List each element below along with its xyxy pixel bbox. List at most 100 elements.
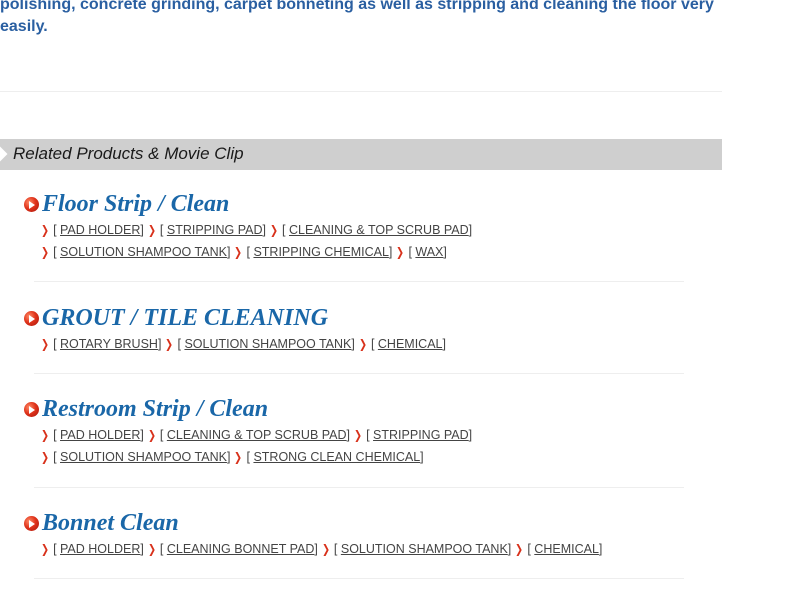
red-chevron-right-icon: ❯ bbox=[41, 223, 50, 237]
product-group-name[interactable]: Restroom Strip / Clean bbox=[42, 396, 268, 423]
related-product-link[interactable]: PAD HOLDER bbox=[60, 223, 140, 237]
product-group-name[interactable]: Bonnet Clean bbox=[42, 510, 179, 537]
related-link-item: ❯[ SOLUTION SHAMPOO TANK ] bbox=[40, 450, 233, 464]
bracket: [ bbox=[53, 450, 61, 464]
related-links-row: ❯[ ROTARY BRUSH ] ❯[ SOLUTION SHAMPOO TAN… bbox=[24, 333, 694, 355]
related-links-row: ❯[ SOLUTION SHAMPOO TANK ] ❯[ STRIPPING C… bbox=[24, 241, 694, 263]
related-link-item: ❯[ PAD HOLDER ] bbox=[40, 223, 147, 237]
related-link-item: ❯[ CHEMICAL ] bbox=[358, 337, 449, 351]
red-chevron-right-icon: ❯ bbox=[41, 245, 50, 259]
product-group: Floor Strip / Clean ❯[ PAD HOLDER ] ❯[ STR… bbox=[24, 189, 694, 263]
red-chevron-right-icon: ❯ bbox=[234, 450, 243, 464]
related-links-row: ❯[ PAD HOLDER ] ❯[ CLEANING BONNET PAD ] ❯… bbox=[24, 538, 694, 560]
related-product-link[interactable]: CHEMICAL bbox=[534, 542, 599, 556]
related-links-row: ❯[ PAD HOLDER ] ❯[ CLEANING & TOP SCRUB P… bbox=[24, 424, 694, 446]
group-divider bbox=[34, 487, 684, 488]
red-play-circle-icon bbox=[24, 401, 39, 417]
product-group-name[interactable]: Floor Strip / Clean bbox=[42, 191, 229, 218]
related-link-item: ❯[ STRIPPING PAD ] bbox=[353, 428, 475, 442]
bracket: ] bbox=[420, 450, 424, 464]
bracket: ] bbox=[468, 223, 473, 237]
bracket: [ bbox=[282, 223, 289, 237]
bracket: ] bbox=[598, 542, 603, 556]
related-product-link[interactable]: CLEANING & TOP SCRUB PAD bbox=[167, 428, 347, 442]
product-group-title[interactable]: GROUT / TILE CLEANING bbox=[24, 303, 694, 333]
product-group: Bonnet Clean ❯[ PAD HOLDER ] ❯[ CLEANING B… bbox=[24, 508, 694, 560]
related-link-item: ❯[ STRONG CLEAN CHEMICAL ] bbox=[233, 450, 426, 464]
red-play-circle-icon bbox=[24, 196, 39, 212]
bracket: [ bbox=[53, 337, 61, 351]
related-product-link[interactable]: STRIPPING PAD bbox=[167, 223, 263, 237]
red-chevron-right-icon: ❯ bbox=[41, 428, 50, 442]
red-chevron-right-icon: ❯ bbox=[321, 542, 330, 556]
related-products-header: Related Products & Movie Clip bbox=[0, 139, 722, 170]
divider bbox=[0, 91, 722, 92]
bracket: ] bbox=[346, 428, 351, 442]
bracket: [ bbox=[53, 428, 61, 442]
related-product-link[interactable]: PAD HOLDER bbox=[60, 428, 140, 442]
related-link-item: ❯[ PAD HOLDER ] bbox=[40, 428, 147, 442]
related-product-link[interactable]: SOLUTION SHAMPOO TANK bbox=[60, 245, 227, 259]
intro-text: polishing, concrete grinding, carpet bon… bbox=[0, 0, 714, 35]
red-chevron-right-icon: ❯ bbox=[354, 428, 363, 442]
bracket: ] bbox=[262, 223, 266, 237]
product-group-name[interactable]: GROUT / TILE CLEANING bbox=[42, 305, 328, 332]
related-product-link[interactable]: CLEANING & TOP SCRUB PAD bbox=[289, 223, 469, 237]
bracket: ] bbox=[157, 337, 162, 351]
bracket: [ bbox=[53, 245, 61, 259]
product-group-title[interactable]: Bonnet Clean bbox=[24, 508, 694, 538]
related-link-item: ❯[ ROTARY BRUSH ] bbox=[40, 337, 164, 351]
red-chevron-right-icon: ❯ bbox=[147, 223, 156, 237]
product-group: GROUT / TILE CLEANING ❯[ ROTARY BRUSH ] ❯[… bbox=[24, 303, 694, 355]
product-group-title[interactable]: Restroom Strip / Clean bbox=[24, 394, 694, 424]
bracket: ] bbox=[140, 542, 144, 556]
related-product-link[interactable]: CHEMICAL bbox=[378, 337, 443, 351]
bracket: ] bbox=[468, 428, 473, 442]
related-product-link[interactable]: PAD HOLDER bbox=[60, 542, 140, 556]
related-product-link[interactable]: SOLUTION SHAMPOO TANK bbox=[60, 450, 227, 464]
red-play-circle-icon bbox=[24, 310, 39, 326]
related-product-link[interactable]: STRIPPING PAD bbox=[373, 428, 469, 442]
bracket: ] bbox=[507, 542, 512, 556]
related-product-link[interactable]: CLEANING BONNET PAD bbox=[167, 542, 315, 556]
bracket: ] bbox=[314, 542, 318, 556]
related-product-link[interactable]: ROTARY BRUSH bbox=[60, 337, 158, 351]
group-divider bbox=[34, 373, 684, 374]
group-divider bbox=[34, 578, 684, 579]
related-link-item: ❯[ PAD HOLDER ] bbox=[40, 542, 147, 556]
related-link-item: ❯[ CLEANING & TOP SCRUB PAD ] bbox=[147, 428, 353, 442]
red-chevron-right-icon: ❯ bbox=[147, 428, 156, 442]
red-chevron-right-icon: ❯ bbox=[147, 542, 156, 556]
bracket: ] bbox=[140, 223, 144, 237]
related-link-item: ❯[ CHEMICAL ] bbox=[514, 542, 605, 556]
bracket: [ bbox=[333, 542, 341, 556]
bracket: [ bbox=[366, 428, 374, 442]
red-chevron-right-icon: ❯ bbox=[515, 542, 524, 556]
red-chevron-right-icon: ❯ bbox=[396, 245, 405, 259]
red-chevron-right-icon: ❯ bbox=[41, 337, 50, 351]
header-diamond-icon bbox=[0, 145, 8, 163]
related-product-link[interactable]: WAX bbox=[415, 245, 443, 259]
related-links-row: ❯[ SOLUTION SHAMPOO TANK ] ❯[ STRONG CLEA… bbox=[24, 446, 694, 468]
group-divider bbox=[34, 281, 684, 282]
related-product-link[interactable]: STRONG CLEAN CHEMICAL bbox=[253, 450, 420, 464]
bracket: ] bbox=[226, 245, 231, 259]
related-product-link[interactable]: SOLUTION SHAMPOO TANK bbox=[341, 542, 508, 556]
bracket: ] bbox=[442, 337, 446, 351]
product-group-title[interactable]: Floor Strip / Clean bbox=[24, 189, 694, 219]
red-chevron-right-icon: ❯ bbox=[234, 245, 243, 259]
related-product-link[interactable]: STRIPPING CHEMICAL bbox=[253, 245, 388, 259]
related-link-item: ❯[ SOLUTION SHAMPOO TANK ] bbox=[164, 337, 357, 351]
red-chevron-right-icon: ❯ bbox=[358, 337, 367, 351]
red-chevron-right-icon: ❯ bbox=[165, 337, 174, 351]
related-link-item: ❯[ WAX ] bbox=[395, 245, 450, 259]
related-link-item: ❯[ CLEANING & TOP SCRUB PAD ] bbox=[269, 223, 475, 237]
red-play-circle-icon bbox=[24, 515, 39, 531]
related-link-item: ❯[ CLEANING BONNET PAD ] bbox=[147, 542, 321, 556]
bracket: [ bbox=[370, 337, 378, 351]
bracket: [ bbox=[159, 223, 167, 237]
bracket: [ bbox=[159, 428, 167, 442]
bracket: ] bbox=[351, 337, 355, 351]
related-product-link[interactable]: SOLUTION SHAMPOO TANK bbox=[184, 337, 351, 351]
related-link-item: ❯[ SOLUTION SHAMPOO TANK ] bbox=[40, 245, 233, 259]
